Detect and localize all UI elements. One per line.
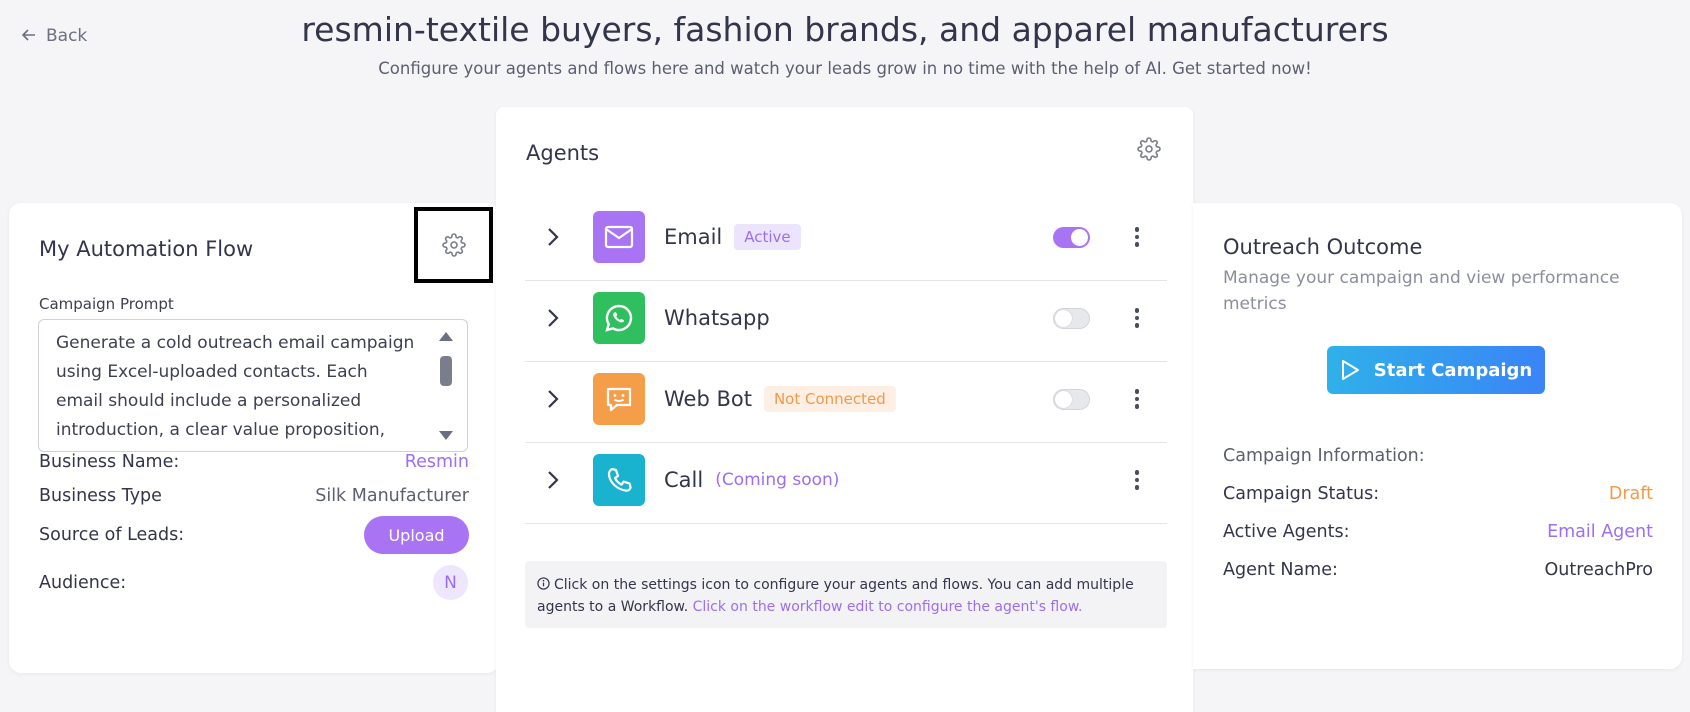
upload-button[interactable]: Upload (364, 516, 469, 554)
gear-icon (441, 233, 466, 257)
campaign-prompt-textarea[interactable]: Generate a cold outreach email campaign … (38, 319, 468, 452)
campaign-status-label: Campaign Status: (1223, 484, 1380, 504)
campaign-prompt-text: Generate a cold outreach email campaign … (56, 333, 415, 451)
source-label: Source of Leads: (39, 525, 185, 545)
more-vertical-icon[interactable] (1132, 308, 1142, 328)
business-type-label: Business Type (39, 486, 162, 506)
mail-icon (593, 211, 645, 263)
chevron-right-icon[interactable] (547, 470, 587, 490)
business-name-row: Business Name: Resmin (39, 452, 469, 472)
prompt-scrollbar[interactable] (439, 332, 453, 440)
agent-name-webbot: Web Bot (664, 387, 752, 411)
coming-soon-label: (Coming soon) (715, 470, 840, 490)
chevron-right-icon[interactable] (547, 389, 587, 409)
audience-avatar[interactable]: N (433, 565, 468, 600)
scroll-thumb[interactable] (440, 356, 452, 386)
info-icon (537, 577, 550, 590)
status-badge: Active (734, 224, 801, 250)
start-campaign-button[interactable]: Start Campaign (1327, 346, 1545, 394)
gear-icon (1137, 137, 1161, 161)
agent-name-call: Call (664, 468, 704, 492)
business-type-row: Business Type Silk Manufacturer (39, 486, 469, 506)
status-badge: Not Connected (763, 386, 896, 412)
campaign-status-row: Campaign Status: Draft (1223, 484, 1653, 504)
email-toggle[interactable] (1053, 226, 1090, 248)
agent-row-whatsapp[interactable]: Whatsapp (525, 275, 1167, 362)
agents-card: Agents Email Active Whatsapp Web Bot Not… (496, 107, 1193, 712)
business-type-value: Silk Manufacturer (315, 486, 469, 506)
audience-label: Audience: (39, 572, 127, 593)
campaign-status-value: Draft (1608, 484, 1653, 504)
scroll-up-icon[interactable] (439, 332, 453, 341)
more-vertical-icon[interactable] (1132, 389, 1142, 409)
active-agents-label: Active Agents: (1223, 522, 1350, 542)
webbot-toggle[interactable] (1053, 388, 1090, 410)
more-vertical-icon[interactable] (1132, 227, 1142, 247)
agent-name-email: Email (664, 225, 723, 249)
active-agents-row: Active Agents: Email Agent (1223, 522, 1653, 542)
scroll-down-icon[interactable] (439, 431, 453, 440)
page-title: resmin-textile buyers, fashion brands, a… (301, 10, 1389, 49)
workflow-edit-link[interactable]: Click on the workflow edit to configure … (693, 599, 1083, 615)
outcome-subtitle: Manage your campaign and view performanc… (1223, 268, 1620, 314)
page-subtitle: Configure your agents and flows here and… (378, 59, 1312, 78)
phone-icon (593, 454, 645, 506)
active-agents-value[interactable]: Email Agent (1547, 522, 1653, 542)
audience-row: Audience: N (39, 565, 469, 600)
outreach-outcome-card: Outreach Outcome Manage your campaign an… (1193, 203, 1682, 669)
business-name-value[interactable]: Resmin (405, 452, 469, 472)
source-row: Source of Leads: Upload (39, 516, 469, 554)
agent-row-webbot[interactable]: Web Bot Not Connected (525, 356, 1167, 443)
campaign-info-label: Campaign Information: (1223, 446, 1425, 466)
whatsapp-icon (593, 292, 645, 344)
agent-name-value: OutreachPro (1544, 560, 1653, 580)
business-name-label: Business Name: (39, 452, 180, 472)
play-icon (1341, 360, 1359, 380)
agent-name-row: Agent Name: OutreachPro (1223, 560, 1653, 580)
agent-row-call[interactable]: Call (Coming soon) (525, 437, 1167, 524)
agents-info-note: Click on the settings icon to configure … (525, 561, 1167, 628)
agent-row-email[interactable]: Email Active (525, 194, 1167, 281)
agent-name-label: Agent Name: (1223, 560, 1338, 580)
automation-flow-title: My Automation Flow (39, 237, 254, 261)
outcome-title: Outreach Outcome (1223, 235, 1423, 259)
campaign-prompt-label: Campaign Prompt (39, 295, 174, 313)
start-campaign-label: Start Campaign (1373, 359, 1533, 381)
chat-bot-icon (593, 373, 645, 425)
agent-name-whatsapp: Whatsapp (664, 306, 770, 330)
automation-settings-button[interactable] (414, 207, 493, 283)
chevron-right-icon[interactable] (547, 227, 587, 247)
more-vertical-icon[interactable] (1132, 470, 1142, 490)
chevron-right-icon[interactable] (547, 308, 587, 328)
whatsapp-toggle[interactable] (1053, 307, 1090, 329)
automation-flow-card: My Automation Flow Campaign Prompt Gener… (9, 203, 499, 673)
agents-title: Agents (526, 141, 600, 165)
agents-settings-button[interactable] (1137, 137, 1161, 165)
